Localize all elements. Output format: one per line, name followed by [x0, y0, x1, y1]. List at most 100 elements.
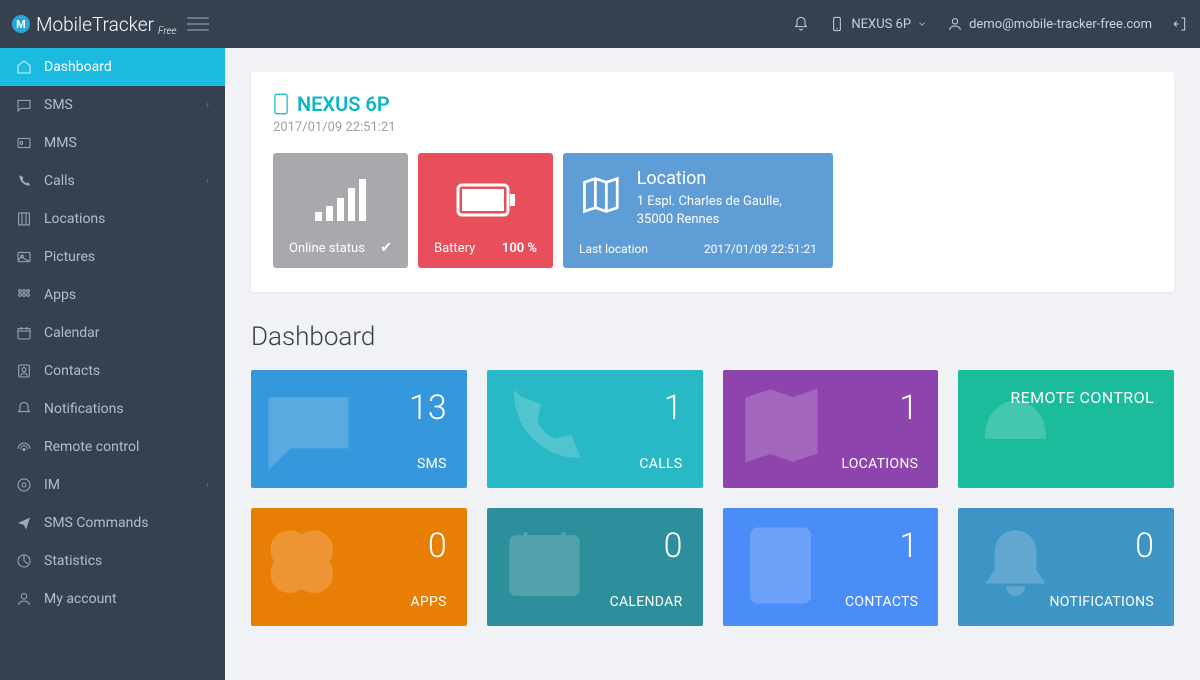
sidebar-item-label: MMS	[44, 135, 77, 151]
device-title: NEXUS 6P	[273, 92, 1152, 116]
status-tiles: Online status ✔ Battery 100 %	[273, 153, 1152, 268]
dashboard-tile-contacts[interactable]: 1CONTACTS	[723, 508, 939, 626]
sidebar-item-label: Dashboard	[44, 59, 112, 75]
tile-label: REMOTE CONTROL	[1010, 388, 1154, 407]
sidebar-item-label: IM	[44, 477, 60, 493]
sidebar-item-label: Statistics	[44, 553, 102, 569]
nav-icon	[16, 59, 32, 75]
tile-label: CALLS	[639, 456, 682, 472]
nav-icon	[16, 401, 32, 417]
sidebar-item-my-account[interactable]: My account	[0, 580, 225, 618]
last-location-label: Last location	[579, 242, 648, 256]
sidebar-item-dashboard[interactable]: Dashboard	[0, 48, 225, 86]
device-timestamp: 2017/01/09 22:51:21	[273, 120, 1152, 135]
nav-icon	[16, 287, 32, 303]
battery-label: Battery	[434, 241, 475, 256]
nav-icon	[16, 173, 32, 189]
dashboard-tile-locations[interactable]: 1LOCATIONS	[723, 370, 939, 488]
chevron-right-icon: ›	[206, 100, 209, 111]
brand-logo[interactable]: M MobileTracker Free	[12, 12, 177, 37]
nav-icon	[16, 439, 32, 455]
user-icon	[947, 16, 963, 32]
account-menu[interactable]: demo@mobile-tracker-free.com	[947, 16, 1152, 32]
sidebar-item-label: SMS Commands	[44, 515, 148, 531]
tile-bg-icon	[497, 380, 592, 475]
tile-label: CALENDAR	[610, 594, 683, 610]
sidebar-item-label: Locations	[44, 211, 105, 227]
battery-value: 100 %	[502, 241, 537, 256]
device-selector-label: NEXUS 6P	[851, 17, 911, 32]
brand-subtitle: Free	[158, 26, 177, 37]
tile-bg-icon	[733, 518, 828, 613]
map-icon	[579, 167, 623, 223]
sidebar-item-label: Notifications	[44, 401, 124, 417]
location-address: 1 Espl. Charles de Gaulle, 35000 Rennes	[637, 193, 817, 228]
dashboard-tile-remote-control[interactable]: REMOTE CONTROL	[958, 370, 1174, 488]
notifications-button[interactable]	[793, 16, 809, 32]
device-selector[interactable]: NEXUS 6P	[829, 16, 927, 32]
nav-icon	[16, 515, 32, 531]
phone-icon	[829, 16, 845, 32]
sidebar-item-mms[interactable]: MMS	[0, 124, 225, 162]
tile-bg-icon	[261, 380, 356, 475]
sidebar-item-label: Apps	[44, 287, 76, 303]
tile-count: 1	[664, 388, 683, 428]
nav-icon	[16, 325, 32, 341]
sidebar-item-statistics[interactable]: Statistics	[0, 542, 225, 580]
sidebar: Dashboard SMS › MMS Calls › Locations Pictures A…	[0, 48, 225, 680]
top-header: M MobileTracker Free NEXUS 6P demo@mobil…	[0, 0, 1200, 48]
tile-count: 1	[899, 526, 918, 566]
menu-toggle-icon[interactable]	[187, 13, 209, 35]
nav-icon	[16, 211, 32, 227]
tile-bg-icon	[497, 518, 592, 613]
dashboard-tile-sms[interactable]: 13 SMS	[251, 370, 467, 488]
chevron-right-icon: ›	[206, 480, 209, 491]
nav-icon	[16, 477, 32, 493]
online-status-tile[interactable]: Online status ✔	[273, 153, 408, 268]
tile-label: NOTIFICATIONS	[1050, 594, 1155, 610]
brand-name: MobileTracker	[36, 13, 154, 36]
sidebar-item-remote-control[interactable]: Remote control	[0, 428, 225, 466]
tile-count: 0	[428, 526, 447, 566]
logout-button[interactable]	[1172, 16, 1188, 32]
sidebar-item-locations[interactable]: Locations	[0, 200, 225, 238]
tile-label: SMS	[417, 456, 447, 472]
sidebar-item-calendar[interactable]: Calendar	[0, 314, 225, 352]
sidebar-item-contacts[interactable]: Contacts	[0, 352, 225, 390]
location-tile[interactable]: Location 1 Espl. Charles de Gaulle, 3500…	[563, 153, 833, 268]
device-name: NEXUS 6P	[297, 92, 390, 116]
sidebar-item-label: Calls	[44, 173, 75, 189]
main-content: NEXUS 6P 2017/01/09 22:51:21 Online stat…	[225, 48, 1200, 680]
dashboard-tile-calls[interactable]: 1 CALLS	[487, 370, 703, 488]
dashboard-tile-calendar[interactable]: 0CALENDAR	[487, 508, 703, 626]
sidebar-item-apps[interactable]: Apps	[0, 276, 225, 314]
sidebar-item-im[interactable]: IM ›	[0, 466, 225, 504]
nav-icon	[16, 553, 32, 569]
header-right: NEXUS 6P demo@mobile-tracker-free.com	[793, 16, 1188, 32]
chevron-right-icon: ›	[206, 176, 209, 187]
sidebar-item-pictures[interactable]: Pictures	[0, 238, 225, 276]
sidebar-item-notifications[interactable]: Notifications	[0, 390, 225, 428]
nav-icon	[16, 135, 32, 151]
phone-icon	[273, 93, 289, 115]
dashboard-tile-apps[interactable]: 0 APPS	[251, 508, 467, 626]
tile-count: 13	[409, 388, 447, 428]
chevron-down-icon	[917, 19, 927, 29]
sidebar-item-label: SMS	[44, 97, 73, 113]
sidebar-item-sms[interactable]: SMS ›	[0, 86, 225, 124]
tile-count: 0	[1135, 526, 1154, 566]
logout-icon	[1172, 16, 1188, 32]
dashboard-tile-notifications[interactable]: 0 NOTIFICATIONS	[958, 508, 1174, 626]
online-status-label: Online status	[289, 241, 365, 256]
sidebar-item-sms-commands[interactable]: SMS Commands	[0, 504, 225, 542]
last-location-time: 2017/01/09 22:51:21	[704, 242, 817, 256]
check-icon: ✔	[380, 240, 392, 256]
sidebar-item-calls[interactable]: Calls ›	[0, 162, 225, 200]
tile-label: APPS	[410, 594, 446, 610]
sidebar-item-label: Pictures	[44, 249, 95, 265]
battery-tile[interactable]: Battery 100 %	[418, 153, 553, 268]
nav-icon	[16, 249, 32, 265]
battery-icon	[434, 167, 537, 233]
signal-bars-icon	[289, 167, 392, 232]
device-summary-card: NEXUS 6P 2017/01/09 22:51:21 Online stat…	[251, 72, 1174, 292]
